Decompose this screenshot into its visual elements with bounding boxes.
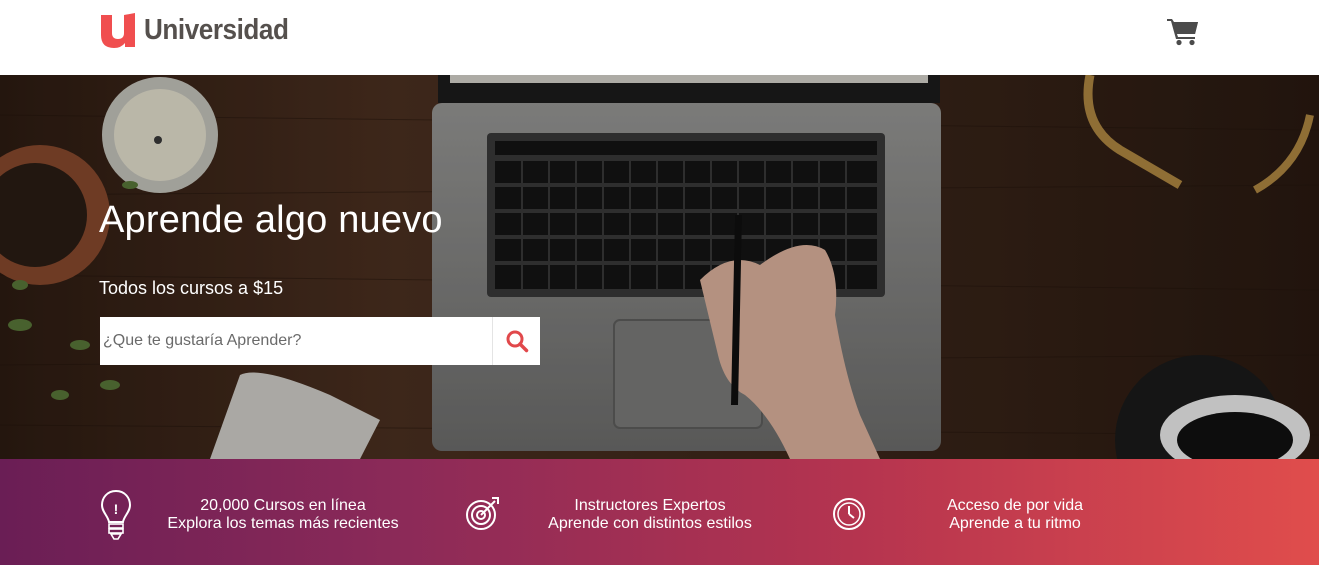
feature-instructors-text: Instructores Expertos Aprende con distin… — [540, 497, 760, 533]
shopping-cart-icon — [1167, 19, 1198, 46]
svg-text:!: ! — [114, 501, 119, 517]
target-icon — [466, 497, 499, 530]
search-icon — [506, 330, 528, 353]
hero-banner — [0, 75, 1319, 459]
feature-courses-text: 20,000 Cursos en línea Explora los temas… — [163, 497, 403, 533]
search-input[interactable] — [100, 317, 492, 365]
shopping-cart-button[interactable] — [1166, 16, 1200, 46]
site-logo[interactable]: Universidad — [99, 10, 305, 50]
feature-instructors-title: Instructores Expertos — [574, 497, 726, 514]
features-band: ! 20,000 Cursos en línea Explora los tem… — [0, 459, 1319, 565]
feature-courses-desc: Explora los temas más recientes — [167, 515, 399, 532]
logo-text: Universidad — [144, 13, 289, 46]
feature-access-title: Acceso de por vida — [946, 497, 1084, 514]
feature-courses: ! 20,000 Cursos en línea Explora los tem… — [0, 459, 440, 565]
search-button[interactable] — [492, 317, 540, 365]
feature-access: Acceso de por vida Aprende a tu ritmo — [830, 459, 1230, 565]
feature-access-desc: Aprende a tu ritmo — [949, 515, 1081, 532]
feature-access-text: Acceso de por vida Aprende a tu ritmo — [930, 497, 1100, 533]
feature-instructors: Instructores Expertos Aprende con distin… — [440, 459, 840, 565]
course-search-form — [100, 317, 540, 365]
feature-courses-title: 20,000 Cursos en línea — [200, 497, 366, 514]
clock-icon — [833, 498, 865, 530]
logo-u-icon — [101, 12, 135, 48]
feature-instructors-desc: Aprende con distintos estilos — [548, 515, 752, 532]
hero-subtitle: Todos los cursos a $15 — [99, 278, 284, 298]
lightbulb-icon: ! — [100, 489, 132, 540]
site-header: Universidad — [0, 0, 1319, 75]
hero-background-image — [0, 75, 1319, 459]
hero-title: Aprende algo nuevo — [99, 199, 443, 241]
